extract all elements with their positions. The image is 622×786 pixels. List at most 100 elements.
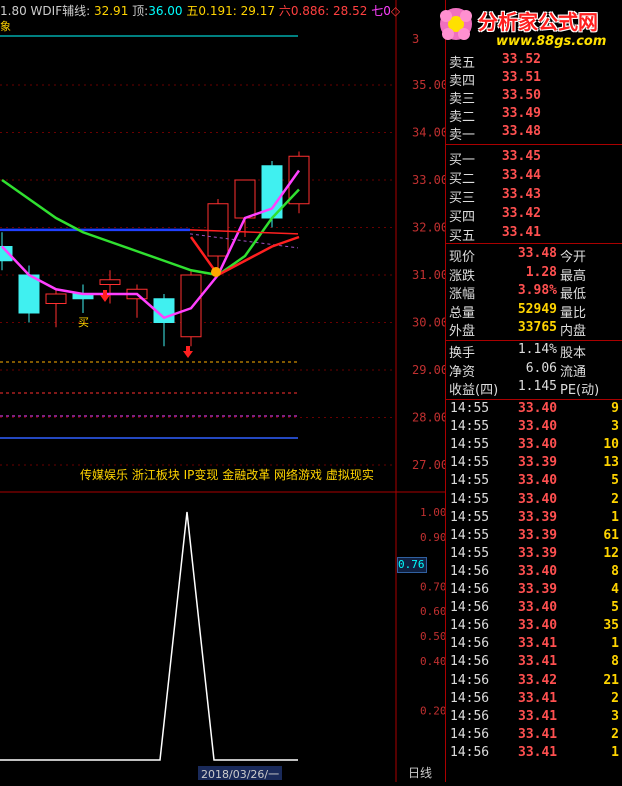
tick-price: 33.41 (518, 708, 558, 724)
tick-row: 14:55 33.40 3 (446, 419, 622, 437)
tick-row: 14:55 33.40 10 (446, 437, 622, 455)
bid-price: 33.45 (501, 149, 541, 164)
kline-chart[interactable]: 35.0034.0033.0032.0031.0030.0029.0028.00… (0, 0, 448, 782)
tick-price: 33.39 (518, 582, 558, 597)
stat-row: 总量 52949 量比 (446, 302, 622, 321)
tick-row: 14:56 33.41 8 (446, 654, 622, 672)
bid-label: 买二 (449, 172, 476, 187)
sub-indicator-line (0, 511, 298, 761)
tick-volume: 9 (611, 401, 619, 416)
stat-label: 总量 (449, 305, 476, 321)
fund-row: 换手 1.14% 股本 (446, 342, 622, 361)
indicator-name: WDIF辅线: (30, 4, 91, 18)
indicator-header: 1.80 WDIF辅线: 32.91 顶:36.00 五0.191: 29.17… (0, 2, 400, 19)
tick-volume: 1 (611, 744, 619, 760)
sector-tags: 传媒娱乐 浙江板块 IP变现 金融改革 网络游戏 虚拟现实 (80, 468, 374, 482)
divider (446, 340, 622, 341)
top-value: 36.00 (148, 4, 183, 18)
fund-value: 1.14% (517, 342, 557, 357)
tick-time: 14:56 (450, 690, 490, 706)
tick-row: 14:56 33.40 8 (446, 564, 622, 582)
price-tick: 34.00 (412, 126, 445, 140)
bid-price: 33.43 (501, 187, 541, 202)
bid-row[interactable]: 买三 33.43 (446, 187, 622, 206)
kline-chart-area[interactable]: 35.00 34.00 33.00 32.00 31.00 30.00 29.00 28.00… (0, 0, 448, 782)
stat-value: 33.48 (517, 246, 557, 261)
buy-marker-label: 买 (78, 316, 89, 329)
tick-price: 33.39 (518, 545, 558, 561)
price-tick: 35.00 (412, 78, 445, 92)
ask-price: 33.48 (501, 124, 541, 139)
diamond-icon[interactable]: ◇ (391, 4, 400, 18)
indicator-prefix: 1.80 (0, 4, 27, 18)
sub-tick: 0.50 (420, 630, 445, 643)
tick-volume: 3 (611, 419, 619, 435)
price-tick: 32.00 (412, 221, 445, 235)
tick-time: 14:56 (450, 600, 490, 616)
price-axis: 35.00 34.00 33.00 32.00 31.00 30.00 29.00 28.00… (412, 32, 448, 472)
buy-arrow-icon (100, 290, 110, 302)
tick-time: 14:56 (450, 636, 490, 652)
stat-value: 1.28 (525, 264, 557, 280)
bid-row[interactable]: 买四 33.42 (446, 206, 622, 225)
fund-label: 净资 (449, 364, 476, 380)
tick-volume: 35 (603, 618, 619, 634)
ma-dashed-line (189, 233, 299, 249)
divider (446, 399, 622, 400)
stat-row: 现价 33.48 今开 (446, 246, 622, 265)
ask-row[interactable]: 卖二 33.49 (446, 106, 622, 125)
tick-price: 33.39 (518, 527, 558, 543)
tick-row: 14:56 33.41 1 (446, 636, 622, 654)
ask-row[interactable]: 卖四 33.51 (446, 70, 622, 89)
stat-right-label: 量比 (560, 305, 587, 321)
quote-panel: 卖五 33.52 卖四 33.51 卖三 33.50 卖二 33.49 卖一 33.48 买一 33… (445, 0, 622, 782)
tick-volume: 61 (603, 527, 619, 543)
stat-row: 外盘 33765 内盘 (446, 320, 622, 339)
bid-row[interactable]: 买一 33.45 (446, 149, 622, 168)
tick-time: 14:56 (450, 672, 490, 688)
buy-arrow-icon (183, 346, 193, 358)
site-logo: 分析家公式网 www.88gs.com (430, 0, 622, 52)
sub-tick: 0.90 (420, 531, 445, 544)
tick-time: 14:56 (450, 708, 490, 724)
tick-volume: 13 (603, 455, 619, 471)
ask-row[interactable]: 卖三 33.50 (446, 88, 622, 107)
ask-price: 33.51 (501, 70, 541, 85)
tick-price: 33.41 (518, 690, 558, 706)
sub-tick: 0.70 (420, 580, 445, 593)
ask-price: 33.52 (501, 52, 541, 67)
tick-price: 33.40 (518, 618, 558, 634)
tick-price: 33.39 (518, 455, 558, 471)
ask-label: 卖二 (449, 110, 476, 125)
ask-row[interactable]: 卖五 33.52 (446, 52, 622, 71)
tick-row: 14:55 33.39 12 (446, 546, 622, 564)
candles (0, 151, 310, 347)
bid-row[interactable]: 买二 33.44 (446, 168, 622, 187)
fund-right-label: PE(动) (560, 383, 600, 398)
sub-tick: 1.00 (420, 506, 445, 519)
tick-time: 14:55 (450, 401, 490, 416)
tick-price: 33.40 (518, 473, 558, 489)
tick-price: 33.40 (518, 401, 558, 416)
stat-right-label: 内盘 (560, 324, 587, 339)
tick-time: 14:55 (450, 455, 490, 471)
bid-price: 33.44 (501, 168, 541, 183)
price-tick: 29.00 (412, 363, 445, 377)
bid-label: 买一 (449, 153, 476, 168)
sub-value-box: 0.76 (397, 557, 427, 573)
tick-price: 33.40 (518, 419, 558, 435)
candle-body (99, 279, 121, 285)
tick-time: 14:56 (450, 726, 490, 742)
period-label[interactable]: 日线 (408, 764, 432, 781)
tick-row: 14:56 33.41 3 (446, 709, 622, 727)
tick-price: 33.40 (518, 600, 558, 616)
fund-value: 1.145 (517, 379, 557, 394)
tick-volume: 5 (611, 473, 619, 489)
tick-row: 14:56 33.42 21 (446, 673, 622, 691)
bid-row[interactable]: 买五 33.41 (446, 225, 622, 244)
stat-label: 涨跌 (449, 268, 476, 284)
ask-row[interactable]: 卖一 33.48 (446, 124, 622, 143)
tick-volume: 2 (611, 726, 619, 742)
tick-time: 14:55 (450, 491, 490, 507)
fund-right-label: 股本 (560, 346, 587, 361)
